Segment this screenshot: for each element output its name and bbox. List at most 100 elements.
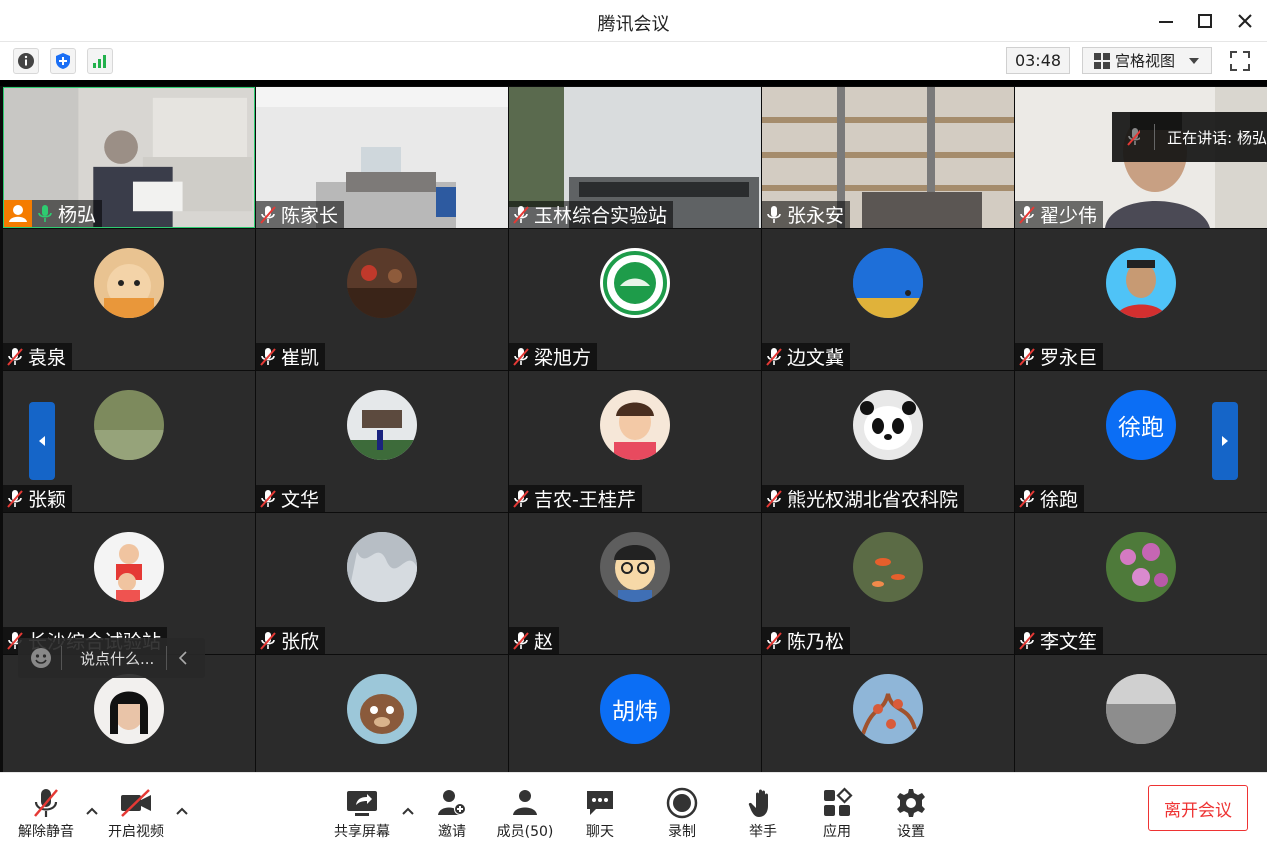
security-button[interactable] (50, 48, 76, 74)
unmute-label: 解除静音 (18, 824, 74, 840)
avatar (853, 532, 923, 602)
avatar (853, 248, 923, 318)
speaking-indicator: 正在讲话: 杨弘 (1112, 112, 1267, 162)
mic-muted-icon (1019, 347, 1035, 366)
avatar (1106, 674, 1176, 744)
chevron-up-icon[interactable] (400, 803, 416, 819)
participant-nametag: 翟少伟 (1015, 201, 1104, 228)
participant-name: 崔凯 (281, 347, 320, 369)
record-button[interactable]: 录制 (646, 787, 718, 841)
start-video-button[interactable]: 开启视频 (100, 787, 172, 841)
participant-tile[interactable] (762, 655, 1014, 772)
participant-tile[interactable]: 熊光权湖北省农科院 (762, 371, 1014, 512)
participant-tile[interactable]: 赵 (509, 513, 761, 654)
participant-tile[interactable]: 长沙综合试验站 (3, 513, 255, 654)
mic-muted-icon (1019, 489, 1035, 508)
next-page-button[interactable] (1212, 402, 1238, 480)
apps-button[interactable]: 应用 (801, 787, 873, 841)
info-icon (18, 53, 34, 69)
participant-nametag: 张欣 (256, 627, 326, 654)
apps-label: 应用 (823, 824, 851, 840)
mic-muted-icon (1019, 631, 1035, 650)
network-button[interactable] (87, 48, 113, 74)
avatar: 徐跑 (1106, 390, 1176, 460)
chat-input[interactable]: 说点什么... (80, 648, 154, 669)
participant-tile[interactable]: 吉农-王桂芹 (509, 371, 761, 512)
participant-nametag: 崔凯 (256, 343, 326, 370)
maximize-button[interactable] (1191, 8, 1219, 34)
avatar (94, 532, 164, 602)
share-screen-button[interactable]: 共享屏幕 (326, 787, 398, 841)
window-title: 腾讯会议 (597, 14, 670, 35)
prev-page-button[interactable] (29, 402, 55, 480)
avatar (347, 532, 417, 602)
mic-muted-icon (34, 789, 58, 817)
avatar (347, 390, 417, 460)
invite-button[interactable]: 邀请 (416, 787, 488, 841)
quick-chat-bar[interactable]: 说点什么... (18, 638, 205, 678)
participant-tile[interactable]: 张永安 (762, 87, 1014, 228)
participant-tile[interactable]: 李文笙 (1015, 513, 1267, 654)
participant-nametag: 吉农-王桂芹 (509, 485, 642, 512)
minimize-button[interactable] (1152, 8, 1180, 34)
avatar (600, 390, 670, 460)
participant-tile[interactable]: 胡炜 (509, 655, 761, 772)
participant-name: 梁旭方 (534, 347, 592, 369)
participant-name: 陈家长 (281, 205, 339, 227)
participant-name: 张欣 (281, 631, 320, 653)
title-bar: 腾讯会议 (0, 0, 1267, 42)
participant-tile[interactable]: 梁旭方 (509, 229, 761, 370)
avatar (1106, 532, 1176, 602)
raise-hand-button[interactable]: 举手 (727, 787, 799, 841)
participant-tile[interactable]: 张欣 (256, 513, 508, 654)
avatar (853, 674, 923, 744)
participant-tile[interactable]: 边文冀 (762, 229, 1014, 370)
participant-nametag: 梁旭方 (509, 343, 598, 370)
chevron-up-icon[interactable] (174, 803, 190, 819)
leave-meeting-button[interactable]: 离开会议 (1148, 785, 1248, 831)
record-label: 录制 (668, 824, 696, 840)
avatar (600, 248, 670, 318)
add-user-icon (438, 790, 466, 815)
participant-tile[interactable] (256, 655, 508, 772)
mic-on-icon (38, 204, 52, 222)
fullscreen-icon (1230, 51, 1250, 71)
raise-hand-label: 举手 (749, 824, 777, 840)
participant-name: 张永安 (787, 205, 845, 227)
participant-tile[interactable]: 陈乃松 (762, 513, 1014, 654)
participant-nametag: 边文冀 (762, 343, 851, 370)
mic-muted-icon (513, 205, 529, 224)
participant-tile[interactable]: 文华 (256, 371, 508, 512)
chevron-up-icon[interactable] (84, 803, 100, 819)
settings-label: 设置 (897, 824, 925, 840)
shield-icon (56, 53, 70, 69)
participant-nametag: 罗永巨 (1015, 343, 1104, 370)
view-selector[interactable]: 宫格视图 (1082, 47, 1212, 74)
mic-muted-icon (7, 489, 23, 508)
participant-name: 李文笙 (1040, 631, 1098, 653)
participant-tile[interactable] (1015, 655, 1267, 772)
avatar (347, 248, 417, 318)
unmute-button[interactable]: 解除静音 (10, 787, 82, 841)
participant-name: 陈乃松 (787, 631, 845, 653)
view-selector-label: 宫格视图 (1115, 52, 1176, 70)
info-button[interactable] (13, 48, 39, 74)
participant-name: 杨弘 (58, 204, 97, 226)
participant-tile[interactable]: 崔凯 (256, 229, 508, 370)
mic-muted-icon (260, 205, 276, 224)
participant-tile[interactable]: 陈家长 (256, 87, 508, 228)
participant-tile[interactable]: 玉林综合实验站 (509, 87, 761, 228)
avatar (347, 674, 417, 744)
members-button[interactable]: 成员(50) (489, 787, 561, 841)
share-screen-label: 共享屏幕 (334, 824, 390, 840)
settings-button[interactable]: 设置 (875, 787, 947, 841)
participant-tile[interactable]: 杨弘 (3, 87, 255, 228)
avatar (600, 532, 670, 602)
fullscreen-button[interactable] (1226, 48, 1254, 74)
participant-tile[interactable]: 罗永巨 (1015, 229, 1267, 370)
participant-tile[interactable]: 袁泉 (3, 229, 255, 370)
mic-muted-icon (513, 347, 529, 366)
chat-button[interactable]: 聊天 (564, 787, 636, 841)
close-button[interactable] (1231, 8, 1259, 34)
participant-name: 赵 (534, 631, 554, 653)
